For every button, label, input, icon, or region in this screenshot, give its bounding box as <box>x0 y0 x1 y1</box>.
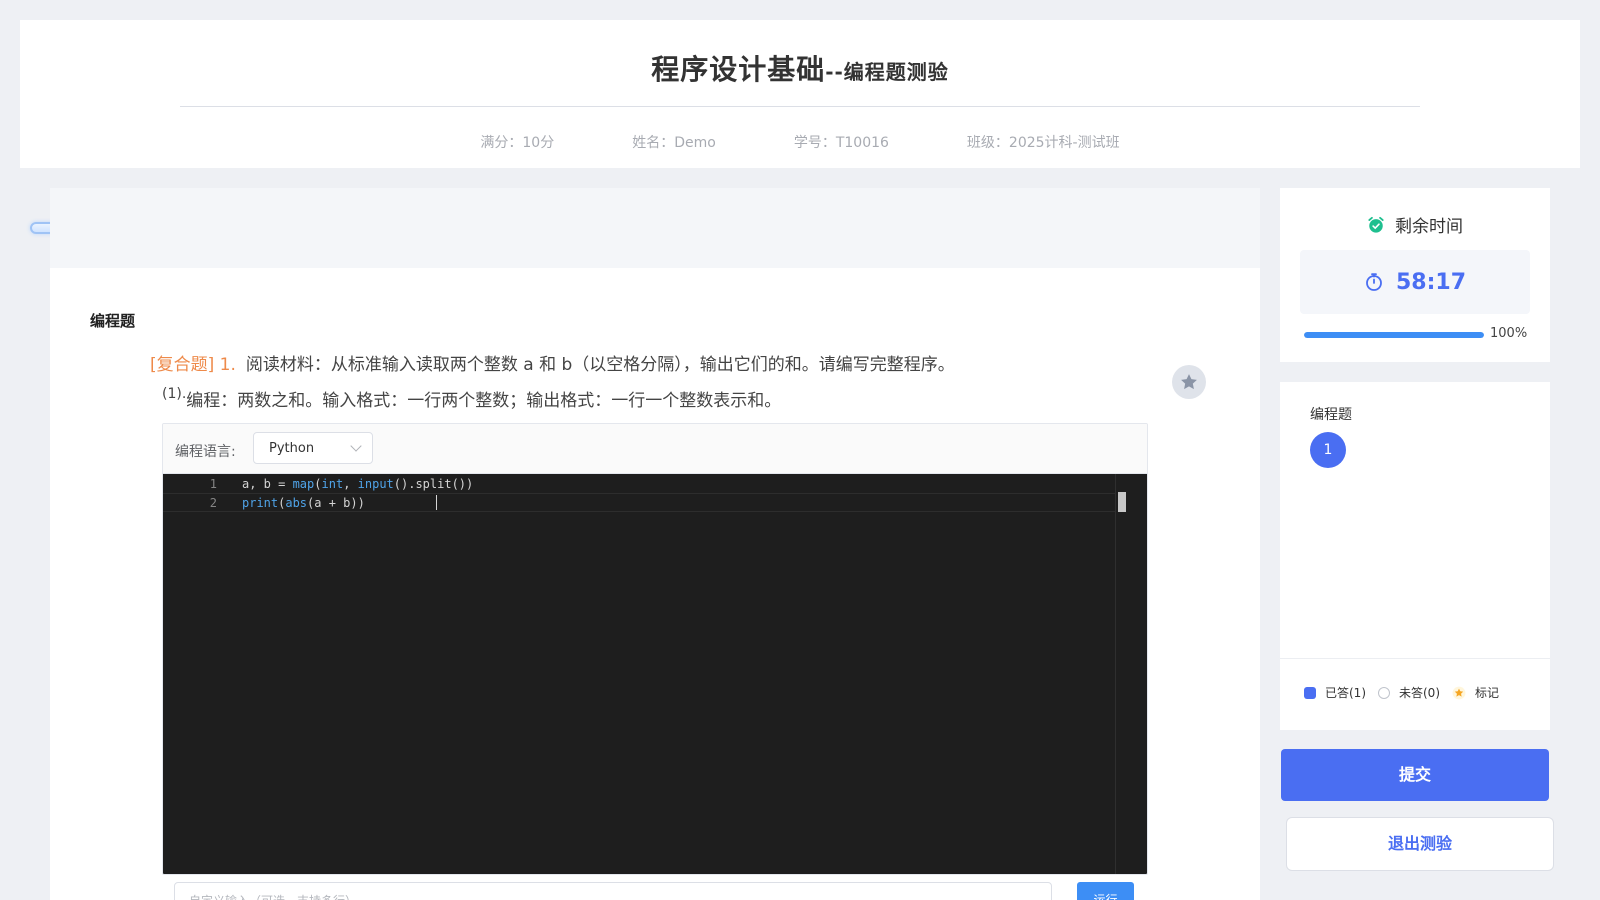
time-progress-fill <box>1304 332 1484 338</box>
code-line: 1 a, b = map(int, input().split()) <box>163 475 1115 494</box>
header-divider <box>180 106 1420 107</box>
code-textarea[interactable]: 1 a, b = map(int, input().split()) 2 pri… <box>163 474 1147 874</box>
meta-name: 姓名：Demo <box>632 135 716 151</box>
question-text: 阅读材料：从标准输入读取两个整数 a 和 b（以空格分隔），输出它们的和。请编写… <box>245 355 955 375</box>
exam-header: 程序设计基础--编程题测验 满分：10分 姓名：Demo 学号：T10016 班… <box>20 20 1580 168</box>
question-type-tag: [复合题] 1. <box>150 355 236 375</box>
exam-subtitle: --编程题测验 <box>825 60 949 84</box>
chevron-down-icon <box>350 440 362 452</box>
exam-meta: 满分：10分 姓名：Demo 学号：T10016 班级：2025计科-测试班 <box>20 132 1580 152</box>
timer-display: 58:17 <box>1300 250 1530 314</box>
navigator-legend: 已答(1) 未答(0) 标记 <box>1304 684 1499 701</box>
mark-question-button[interactable] <box>1172 365 1206 399</box>
exit-exam-button[interactable]: 退出测验 <box>1286 817 1554 871</box>
language-label: 编程语言: <box>175 444 236 460</box>
remaining-time: 58:17 <box>1395 269 1467 295</box>
text-cursor <box>436 495 437 510</box>
language-selected-value: Python <box>269 441 315 456</box>
time-progress-bar <box>1304 332 1484 338</box>
section-title: 编程题 <box>90 312 136 330</box>
meta-student-id: 学号：T10016 <box>793 135 889 151</box>
alarm-clock-icon <box>1368 216 1384 233</box>
code-line-active: 2 print(abs(a + b)) <box>163 493 1115 512</box>
line-number: 1 <box>209 477 217 491</box>
navigator-question-1[interactable]: 1 <box>1310 432 1346 468</box>
run-button[interactable]: 运行 <box>1077 882 1134 900</box>
question-stem: [复合题] 1. 阅读材料：从标准输入读取两个整数 a 和 b（以空格分隔），输出… <box>150 350 955 375</box>
scrollbar-thumb[interactable] <box>1118 492 1126 512</box>
meta-class: 班级：2025计科-测试班 <box>966 135 1120 151</box>
time-progress-text: 100% <box>1490 326 1528 341</box>
question-panel: 编程题 [复合题] 1. 阅读材料：从标准输入读取两个整数 a 和 b（以空格分隔… <box>50 188 1260 900</box>
star-badge-icon <box>1452 686 1466 699</box>
legend-unanswered: 未答(0) <box>1399 686 1440 700</box>
question-navigator: 编程题 1 已答(1) 未答(0) 标记 <box>1280 382 1550 730</box>
question-panel-banner <box>50 188 1260 268</box>
legend-marked: 标记 <box>1475 686 1500 700</box>
page-title: 程序设计基础--编程题测验 <box>20 48 1580 88</box>
code-text: print(abs(a + b)) <box>242 496 365 510</box>
line-number: 2 <box>209 496 217 510</box>
sub-question: (1).编程：两数之和。输入格式：一行两个整数；输出格式：一行一个整数表示和。 <box>162 386 781 411</box>
code-editor: 编程语言: Python 1 a, b = map(int, input().s… <box>162 423 1148 875</box>
course-title: 程序设计基础 <box>651 53 826 86</box>
star-icon <box>1181 374 1197 390</box>
sub-question-text: 编程：两数之和。输入格式：一行两个整数；输出格式：一行一个整数表示和。 <box>186 391 782 411</box>
editor-toolbar: 编程语言: Python <box>163 424 1147 474</box>
submit-button[interactable]: 提交 <box>1281 749 1549 801</box>
timer-header: 剩余时间 <box>1280 212 1550 237</box>
custom-input-field[interactable]: 自定义输入（可选，支持多行） <box>174 882 1052 900</box>
unanswered-indicator <box>1378 686 1390 699</box>
editor-scrollbar[interactable] <box>1115 474 1129 874</box>
legend-answered: 已答(1) <box>1325 686 1366 700</box>
meta-score: 满分：10分 <box>480 135 555 151</box>
navigator-divider <box>1280 658 1550 659</box>
timer-label: 剩余时间 <box>1395 217 1463 237</box>
navigator-section-title: 编程题 <box>1310 407 1352 423</box>
timer-card: 剩余时间 58:17 100% <box>1280 188 1550 362</box>
language-select[interactable]: Python <box>253 432 373 464</box>
code-text: a, b = map(int, input().split()) <box>242 477 474 491</box>
answered-indicator <box>1304 686 1316 699</box>
sub-question-number: (1). <box>162 386 187 402</box>
stopwatch-icon <box>1366 273 1382 291</box>
